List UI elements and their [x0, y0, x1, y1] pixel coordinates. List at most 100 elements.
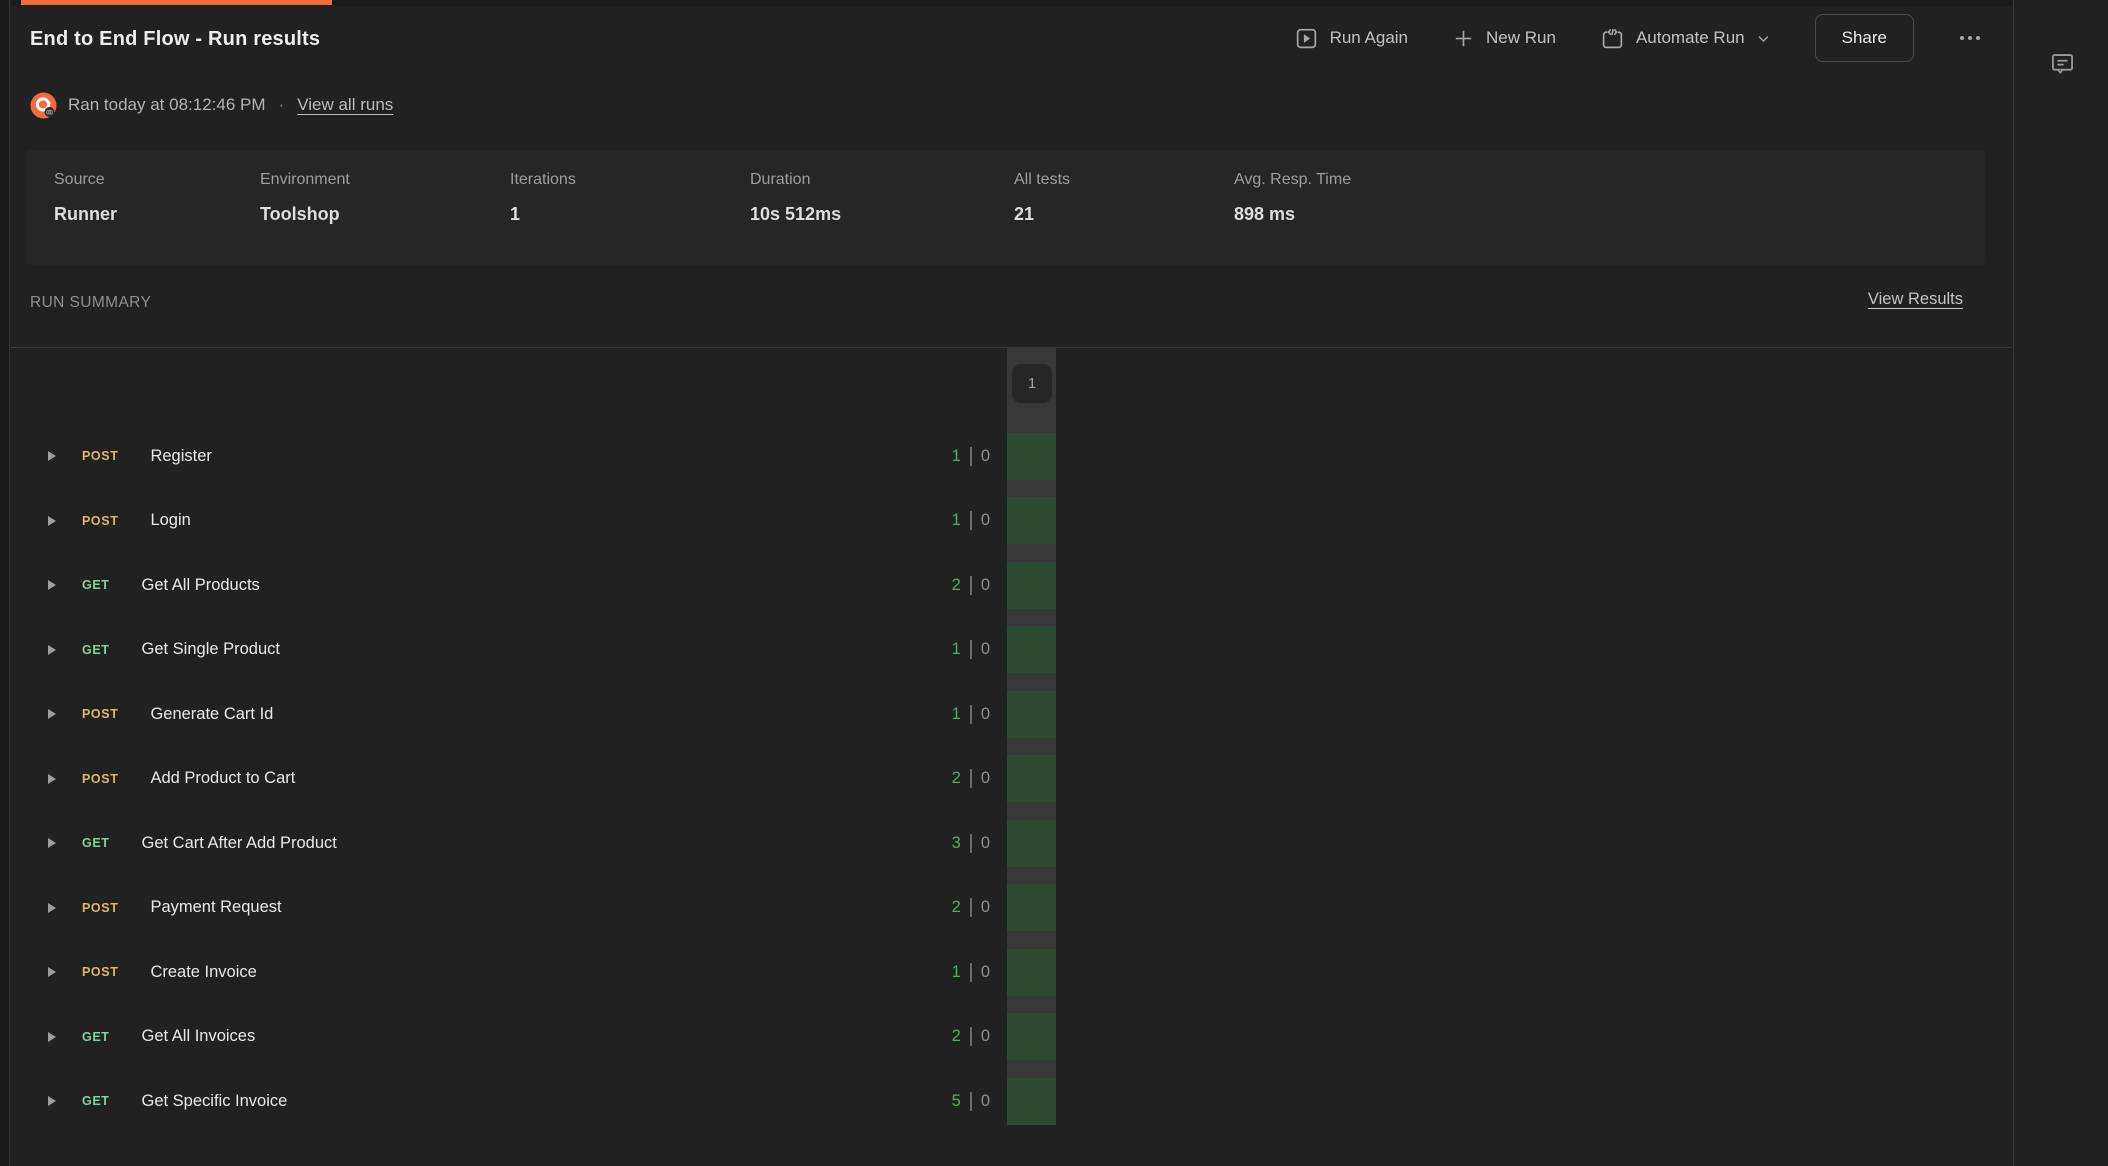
automate-run-button[interactable]: Automate Run — [1600, 26, 1771, 51]
expand-chevron-icon[interactable] — [48, 903, 56, 913]
iteration-result-cell[interactable] — [1007, 949, 1056, 996]
request-row[interactable]: POST Register 1 0 — [11, 424, 990, 489]
request-row[interactable]: POST Payment Request 2 0 — [11, 876, 990, 941]
failed-count: 0 — [981, 1092, 990, 1111]
new-run-button[interactable]: New Run — [1452, 27, 1556, 50]
request-row[interactable]: GET Get Cart After Add Product 3 0 — [11, 811, 990, 876]
request-method: GET — [82, 1094, 110, 1108]
request-name: Generate Cart Id — [150, 705, 273, 724]
request-row[interactable]: POST Create Invoice 1 0 — [11, 940, 990, 1005]
expand-chevron-icon[interactable] — [48, 774, 56, 784]
request-method: POST — [82, 707, 118, 721]
run-again-button[interactable]: Run Again — [1294, 26, 1408, 51]
view-results-link[interactable]: View Results — [1868, 290, 1963, 309]
request-name: Register — [150, 447, 211, 466]
request-row[interactable]: POST Login 1 0 — [11, 489, 990, 554]
ellipsis-icon — [1960, 36, 1964, 40]
passed-count: 2 — [952, 898, 961, 917]
stat-value: 10s 512ms — [750, 204, 1014, 225]
iteration-column: 1 — [1007, 348, 1056, 1125]
failed-count: 0 — [981, 511, 990, 530]
expand-chevron-icon[interactable] — [48, 580, 56, 590]
request-row[interactable]: GET Get All Products 2 0 — [11, 553, 990, 618]
request-name: Get All Products — [142, 576, 260, 595]
stat-label: Avg. Resp. Time — [1234, 171, 1351, 189]
iteration-result-cell[interactable] — [1007, 1078, 1056, 1125]
count-divider — [970, 1092, 972, 1111]
stat-value: 21 — [1014, 204, 1234, 225]
stat-value: Toolshop — [260, 204, 510, 225]
expand-chevron-icon[interactable] — [48, 516, 56, 526]
request-name: Get Specific Invoice — [142, 1092, 288, 1111]
count-divider — [970, 769, 972, 788]
test-counts: 1 0 — [952, 963, 990, 982]
run-stats-panel: Source Runner Environment Toolshop Itera… — [27, 150, 1985, 265]
count-divider — [970, 1027, 972, 1046]
request-row[interactable]: GET Get Specific Invoice 5 0 — [11, 1069, 990, 1134]
passed-count: 1 — [952, 447, 961, 466]
failed-count: 0 — [981, 1027, 990, 1046]
stat-label: Iterations — [510, 171, 750, 189]
failed-count: 0 — [981, 640, 990, 659]
header-actions: Run Again New Run Automate Run — [1294, 14, 1982, 62]
more-options-button[interactable] — [1958, 30, 1982, 46]
test-counts: 1 0 — [952, 511, 990, 530]
count-divider — [970, 640, 972, 659]
request-method: GET — [82, 1030, 110, 1044]
passed-count: 5 — [952, 1092, 961, 1111]
view-all-runs-link[interactable]: View all runs — [297, 95, 393, 115]
request-name: Create Invoice — [150, 963, 256, 982]
iteration-result-cell[interactable] — [1007, 691, 1056, 738]
failed-count: 0 — [981, 898, 990, 917]
passed-count: 2 — [952, 576, 961, 595]
run-summary-table: POST Register 1 0 POST Login 1 0 GET Get… — [11, 347, 2012, 1166]
stat-value: 1 — [510, 204, 750, 225]
request-method: POST — [82, 772, 118, 786]
expand-chevron-icon[interactable] — [48, 967, 56, 977]
request-row[interactable]: POST Add Product to Cart 2 0 — [11, 747, 990, 812]
expand-chevron-icon[interactable] — [48, 451, 56, 461]
plus-icon — [1452, 27, 1475, 50]
expand-chevron-icon[interactable] — [48, 709, 56, 719]
comments-button[interactable] — [2047, 48, 2077, 78]
count-divider — [970, 447, 972, 466]
iteration-header-badge[interactable]: 1 — [1012, 364, 1052, 403]
iteration-result-cell[interactable] — [1007, 497, 1056, 544]
request-row[interactable]: GET Get Single Product 1 0 — [11, 618, 990, 683]
passed-count: 2 — [952, 769, 961, 788]
request-row[interactable]: GET Get All Invoices 2 0 — [11, 1005, 990, 1070]
run-again-icon — [1294, 26, 1319, 51]
request-name: Get Single Product — [142, 640, 281, 659]
request-name: Get Cart After Add Product — [142, 834, 337, 853]
request-row[interactable]: POST Generate Cart Id 1 0 — [11, 682, 990, 747]
count-divider — [970, 963, 972, 982]
passed-count: 1 — [952, 640, 961, 659]
count-divider — [970, 898, 972, 917]
iteration-result-cell[interactable] — [1007, 755, 1056, 802]
passed-count: 1 — [952, 705, 961, 724]
right-sidebar — [2013, 0, 2108, 1166]
test-counts: 1 0 — [952, 705, 990, 724]
failed-count: 0 — [981, 576, 990, 595]
passed-count: 3 — [952, 834, 961, 853]
iteration-result-cell[interactable] — [1007, 1013, 1056, 1060]
passed-count: 1 — [952, 963, 961, 982]
failed-count: 0 — [981, 834, 990, 853]
request-name: Payment Request — [150, 898, 281, 917]
request-name: Get All Invoices — [142, 1027, 256, 1046]
iteration-result-cell[interactable] — [1007, 820, 1056, 867]
iteration-result-cell[interactable] — [1007, 884, 1056, 931]
expand-chevron-icon[interactable] — [48, 1096, 56, 1106]
iteration-result-cell[interactable] — [1007, 626, 1056, 673]
share-button[interactable]: Share — [1815, 14, 1914, 62]
stat-column: Source Runner — [54, 171, 260, 265]
request-method: POST — [82, 965, 118, 979]
expand-chevron-icon[interactable] — [48, 1032, 56, 1042]
stat-column: Avg. Resp. Time 898 ms — [1234, 171, 1351, 265]
expand-chevron-icon[interactable] — [48, 645, 56, 655]
iteration-result-cell[interactable] — [1007, 433, 1056, 480]
iteration-result-cell[interactable] — [1007, 562, 1056, 609]
expand-chevron-icon[interactable] — [48, 838, 56, 848]
failed-count: 0 — [981, 447, 990, 466]
ran-timestamp: Ran today at 08:12:46 PM — [68, 95, 266, 115]
